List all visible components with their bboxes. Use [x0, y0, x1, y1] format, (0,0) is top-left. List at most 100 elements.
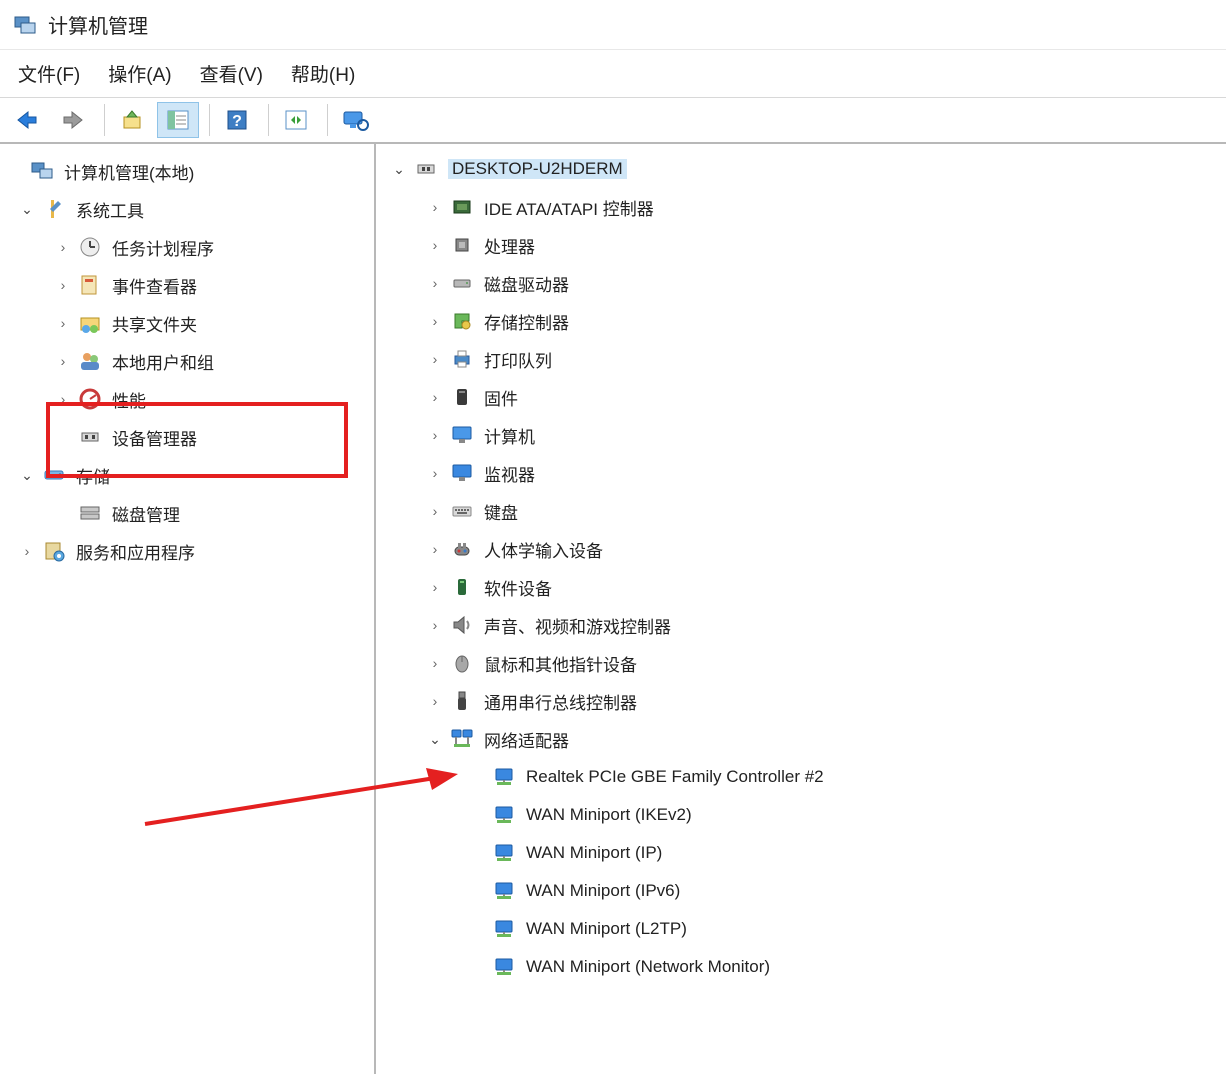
chevron-down-icon[interactable]: ⌄	[18, 200, 36, 218]
tree-label: Realtek PCIe GBE Family Controller #2	[526, 767, 824, 787]
computer-mgmt-icon	[30, 159, 54, 183]
left-storage[interactable]: ⌄ 存储	[0, 456, 374, 494]
chevron-right-icon[interactable]: ›	[426, 540, 444, 558]
tree-label: WAN Miniport (L2TP)	[526, 919, 687, 939]
tree-label: 事件查看器	[112, 273, 197, 298]
menubar: 文件(F) 操作(A) 查看(V) 帮助(H)	[0, 50, 1226, 98]
left-shared-folders[interactable]: › 共享文件夹	[0, 304, 374, 342]
mouse-icon	[450, 651, 474, 675]
tree-label: 鼠标和其他指针设备	[484, 651, 637, 676]
tree-label: 计算机	[484, 423, 535, 448]
cpu-icon	[450, 233, 474, 257]
left-local-users[interactable]: › 本地用户和组	[0, 342, 374, 380]
right-cpu[interactable]: › 处理器	[382, 226, 1226, 264]
right-net-item[interactable]: WAN Miniport (IKEv2)	[382, 796, 1226, 834]
services-icon	[42, 539, 66, 563]
tools-icon	[42, 197, 66, 221]
chevron-right-icon[interactable]: ›	[426, 464, 444, 482]
tree-label: 本地用户和组	[112, 349, 214, 374]
right-print[interactable]: › 打印队列	[382, 340, 1226, 378]
right-storage-ctrl[interactable]: › 存储控制器	[382, 302, 1226, 340]
left-event-viewer[interactable]: › 事件查看器	[0, 266, 374, 304]
left-pane: ▶ 计算机管理(本地) ⌄ 系统工具 › 任务计划程序 › 事件查看器 › 共享…	[0, 144, 376, 1074]
right-ide[interactable]: › IDE ATA/ATAPI 控制器	[382, 188, 1226, 226]
chevron-right-icon[interactable]: ›	[426, 198, 444, 216]
menu-action[interactable]: 操作(A)	[108, 60, 171, 87]
tree-label: DESKTOP-U2HDERM	[448, 159, 627, 179]
right-net-item[interactable]: Realtek PCIe GBE Family Controller #2	[382, 758, 1226, 796]
menu-file[interactable]: 文件(F)	[18, 60, 80, 87]
help-button[interactable]: ?	[216, 102, 258, 138]
tree-label: 处理器	[484, 233, 535, 258]
properties-button[interactable]	[157, 102, 199, 138]
right-net-item[interactable]: WAN Miniport (IP)	[382, 834, 1226, 872]
usb-icon	[450, 689, 474, 713]
chevron-right-icon[interactable]: ›	[54, 352, 72, 370]
right-computer-root[interactable]: ⌄ DESKTOP-U2HDERM	[382, 150, 1226, 188]
chevron-right-icon[interactable]: ›	[54, 238, 72, 256]
right-mice[interactable]: › 鼠标和其他指针设备	[382, 644, 1226, 682]
shared-folder-icon	[78, 311, 102, 335]
tree-label: 性能	[112, 387, 146, 412]
storage-ctrl-icon	[450, 309, 474, 333]
tree-label: 磁盘驱动器	[484, 271, 569, 296]
chevron-down-icon[interactable]: ⌄	[426, 730, 444, 748]
chevron-right-icon[interactable]: ›	[426, 692, 444, 710]
disk-mgmt-icon	[78, 501, 102, 525]
menu-help[interactable]: 帮助(H)	[291, 60, 355, 87]
forward-button[interactable]	[52, 102, 94, 138]
back-button[interactable]	[6, 102, 48, 138]
left-root[interactable]: ▶ 计算机管理(本地)	[0, 152, 374, 190]
left-task-scheduler[interactable]: › 任务计划程序	[0, 228, 374, 266]
left-disk-mgmt[interactable]: › 磁盘管理	[0, 494, 374, 532]
tree-label: 固件	[484, 385, 518, 410]
scan-button[interactable]	[334, 102, 376, 138]
chevron-right-icon[interactable]: ›	[54, 276, 72, 294]
chevron-down-icon[interactable]: ⌄	[18, 466, 36, 484]
chevron-right-icon[interactable]: ›	[426, 502, 444, 520]
right-hid[interactable]: › 人体学输入设备	[382, 530, 1226, 568]
right-keyboards[interactable]: › 键盘	[382, 492, 1226, 530]
event-icon	[78, 273, 102, 297]
up-button[interactable]	[111, 102, 153, 138]
disk-drive-icon	[450, 271, 474, 295]
chevron-down-icon[interactable]: ⌄	[390, 160, 408, 178]
left-services-apps[interactable]: › 服务和应用程序	[0, 532, 374, 570]
chevron-right-icon[interactable]: ›	[426, 616, 444, 634]
right-disk[interactable]: › 磁盘驱动器	[382, 264, 1226, 302]
chevron-right-icon[interactable]: ›	[54, 390, 72, 408]
right-firmware[interactable]: › 固件	[382, 378, 1226, 416]
left-performance[interactable]: › 性能	[0, 380, 374, 418]
chevron-right-icon[interactable]: ›	[426, 388, 444, 406]
right-monitors[interactable]: › 监视器	[382, 454, 1226, 492]
nic-icon	[492, 841, 516, 865]
right-sound[interactable]: › 声音、视频和游戏控制器	[382, 606, 1226, 644]
tree-label: 人体学输入设备	[484, 537, 603, 562]
chevron-right-icon[interactable]: ›	[426, 274, 444, 292]
chevron-right-icon[interactable]: ›	[426, 350, 444, 368]
chevron-right-icon[interactable]: ›	[426, 578, 444, 596]
chevron-right-icon[interactable]: ›	[426, 426, 444, 444]
chevron-right-icon[interactable]: ›	[426, 654, 444, 672]
toolbar-separator	[268, 104, 269, 136]
tree-label: 服务和应用程序	[76, 539, 195, 564]
right-software-devices[interactable]: › 软件设备	[382, 568, 1226, 606]
left-system-tools[interactable]: ⌄ 系统工具	[0, 190, 374, 228]
firmware-icon	[450, 385, 474, 409]
right-computers[interactable]: › 计算机	[382, 416, 1226, 454]
tree-label: 通用串行总线控制器	[484, 689, 637, 714]
right-net-item[interactable]: WAN Miniport (IPv6)	[382, 872, 1226, 910]
right-usb[interactable]: › 通用串行总线控制器	[382, 682, 1226, 720]
chevron-right-icon[interactable]: ›	[18, 542, 36, 560]
menu-view[interactable]: 查看(V)	[200, 60, 263, 87]
nic-icon	[492, 765, 516, 789]
toolbar-separator	[327, 104, 328, 136]
left-device-manager[interactable]: › 设备管理器	[0, 418, 374, 456]
right-network-adapters[interactable]: ⌄ 网络适配器	[382, 720, 1226, 758]
right-net-item[interactable]: WAN Miniport (Network Monitor)	[382, 948, 1226, 986]
chevron-right-icon[interactable]: ›	[54, 314, 72, 332]
chevron-right-icon[interactable]: ›	[426, 236, 444, 254]
chevron-right-icon[interactable]: ›	[426, 312, 444, 330]
refresh-button[interactable]	[275, 102, 317, 138]
right-net-item[interactable]: WAN Miniport (L2TP)	[382, 910, 1226, 948]
